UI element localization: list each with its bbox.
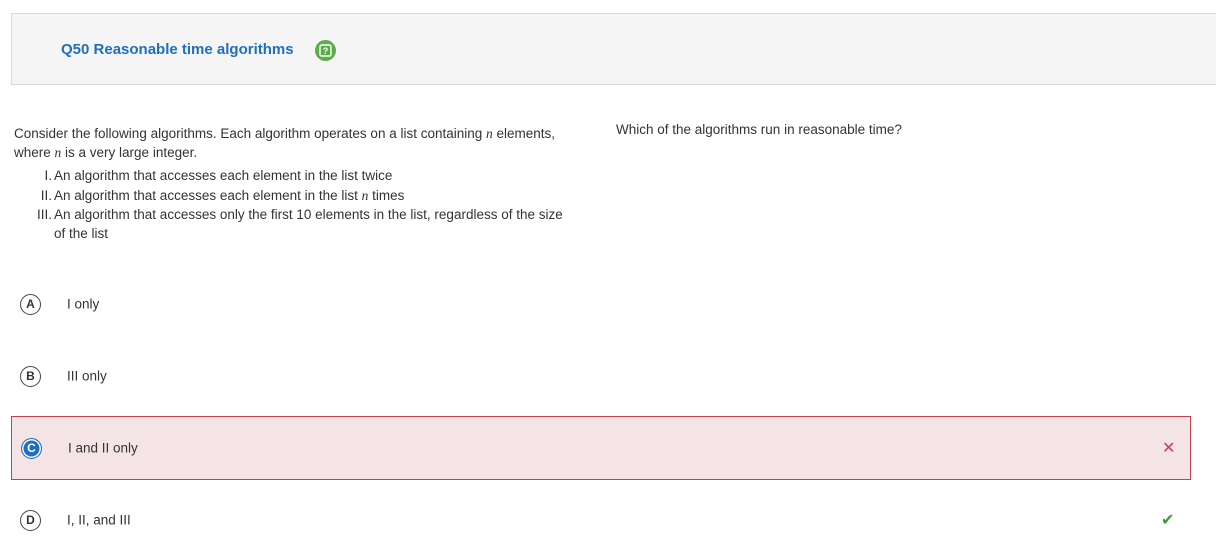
choice-c[interactable]: C I and II only ✕ <box>11 416 1191 480</box>
question-prompt: Which of the algorithms run in reasonabl… <box>616 122 902 137</box>
list-item: III. An algorithm that accesses only the… <box>14 205 574 245</box>
choice-text: I, II, and III <box>67 512 131 528</box>
question-mark-icon[interactable]: ? <box>315 40 336 61</box>
item-text: An algorithm that accesses each element … <box>54 187 405 203</box>
question-title: Q50 Reasonable time algorithms <box>61 41 294 58</box>
checkmark-icon: ✔ <box>1161 512 1175 529</box>
list-item: II. An algorithm that accesses each elem… <box>14 186 574 206</box>
choice-text: I only <box>67 296 100 312</box>
choice-d[interactable]: D I, II, and III ✔ <box>11 488 1191 552</box>
question-stem: Consider the following algorithms. Each … <box>14 124 574 162</box>
choice-text: I and II only <box>68 440 138 456</box>
choice-b[interactable]: B III only <box>11 344 1191 408</box>
item-text: An algorithm that accesses only the firs… <box>54 207 563 241</box>
item-number: III. <box>36 207 52 222</box>
item-text: An algorithm that accesses each element … <box>54 168 393 183</box>
choice-letter-badge[interactable]: B <box>20 365 41 387</box>
question-header: Q50 Reasonable time algorithms ? <box>11 13 1216 85</box>
choice-letter-badge[interactable]: A <box>20 293 41 315</box>
choice-letter-badge[interactable]: C <box>21 437 42 459</box>
algorithm-list: I. An algorithm that accesses each eleme… <box>14 166 574 245</box>
stem-variable-n: n <box>486 126 493 141</box>
item-number: II. <box>40 187 52 203</box>
choice-a[interactable]: A I only <box>11 272 1191 336</box>
choice-text: III only <box>67 368 107 384</box>
list-item: I. An algorithm that accesses each eleme… <box>14 166 574 186</box>
item-number: I. <box>44 168 52 183</box>
close-x-icon: ✕ <box>1162 440 1176 457</box>
stem-intro-1: Consider the following algorithms. Each … <box>14 126 487 141</box>
choice-letter-badge[interactable]: D <box>20 509 41 531</box>
svg-text:?: ? <box>323 46 329 56</box>
stem-intro-3: is a very large integer. <box>61 145 198 160</box>
